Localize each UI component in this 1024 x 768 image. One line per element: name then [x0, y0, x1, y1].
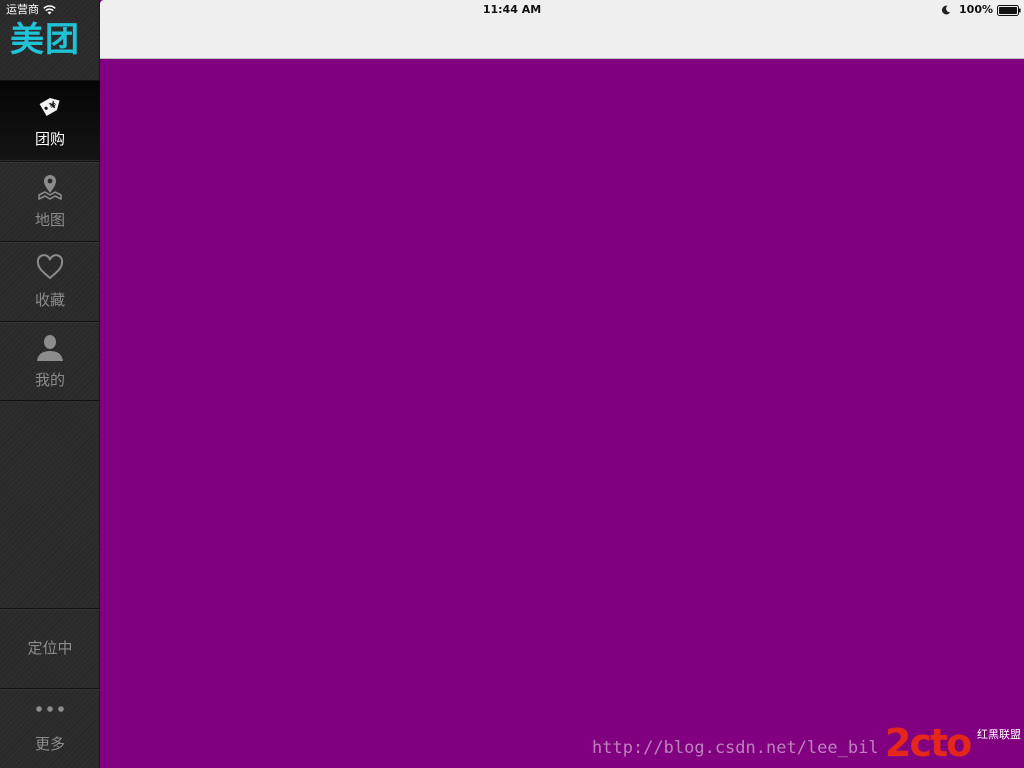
more-dots-icon — [36, 706, 64, 712]
sidebar: 运营商 美团 ¥ 团购 地图 收藏 我的 定位中 更多 — [0, 0, 100, 768]
heart-icon — [36, 254, 64, 280]
sidebar-item-label: 团购 — [34, 130, 65, 148]
battery-icon — [997, 4, 1021, 16]
battery-percent: 100% — [959, 3, 993, 16]
sidebar-divider — [0, 400, 100, 401]
sidebar-item-label: 地图 — [34, 211, 65, 229]
site-logo-subtitle: 红黑联盟 — [977, 728, 1021, 741]
status-right: 100% — [941, 3, 1021, 17]
sidebar-item-label: 我的 — [34, 371, 65, 389]
carrier-name: 运营商 — [6, 3, 39, 16]
main-content: 11:44 AM 100% — [100, 0, 1024, 768]
site-logo-text: 2cto — [885, 721, 972, 765]
tag-icon: ¥ — [39, 97, 60, 117]
user-icon — [37, 335, 63, 361]
sidebar-item-label: 收藏 — [34, 291, 65, 309]
watermark-url: http://blog.csdn.net/lee_bil — [592, 738, 879, 758]
sidebar-item-more[interactable]: 更多 — [0, 688, 100, 768]
status-time: 11:44 AM — [482, 3, 542, 16]
app-window: 运营商 美团 ¥ 团购 地图 收藏 我的 定位中 更多 11:44 AM 100… — [0, 0, 1024, 768]
meituan-logo: 美团 — [10, 20, 80, 60]
sidebar-item-label: 更多 — [34, 735, 65, 753]
navigation-bar: 11:44 AM 100% — [100, 0, 1024, 59]
sidebar-item-groupbuy[interactable]: ¥ 团购 — [0, 80, 100, 160]
location-status[interactable]: 定位中 — [0, 608, 100, 689]
map-pin-icon — [38, 175, 62, 200]
carrier-status: 运营商 — [6, 3, 56, 17]
do-not-disturb-icon — [941, 5, 951, 15]
sidebar-item-map[interactable]: 地图 — [0, 161, 100, 241]
sidebar-item-favorites[interactable]: 收藏 — [0, 241, 100, 321]
location-status-label: 定位中 — [27, 639, 73, 657]
wifi-icon — [43, 5, 56, 15]
site-logo: 2cto 红黑联盟 — [885, 721, 1023, 766]
sidebar-item-mine[interactable]: 我的 — [0, 321, 100, 401]
